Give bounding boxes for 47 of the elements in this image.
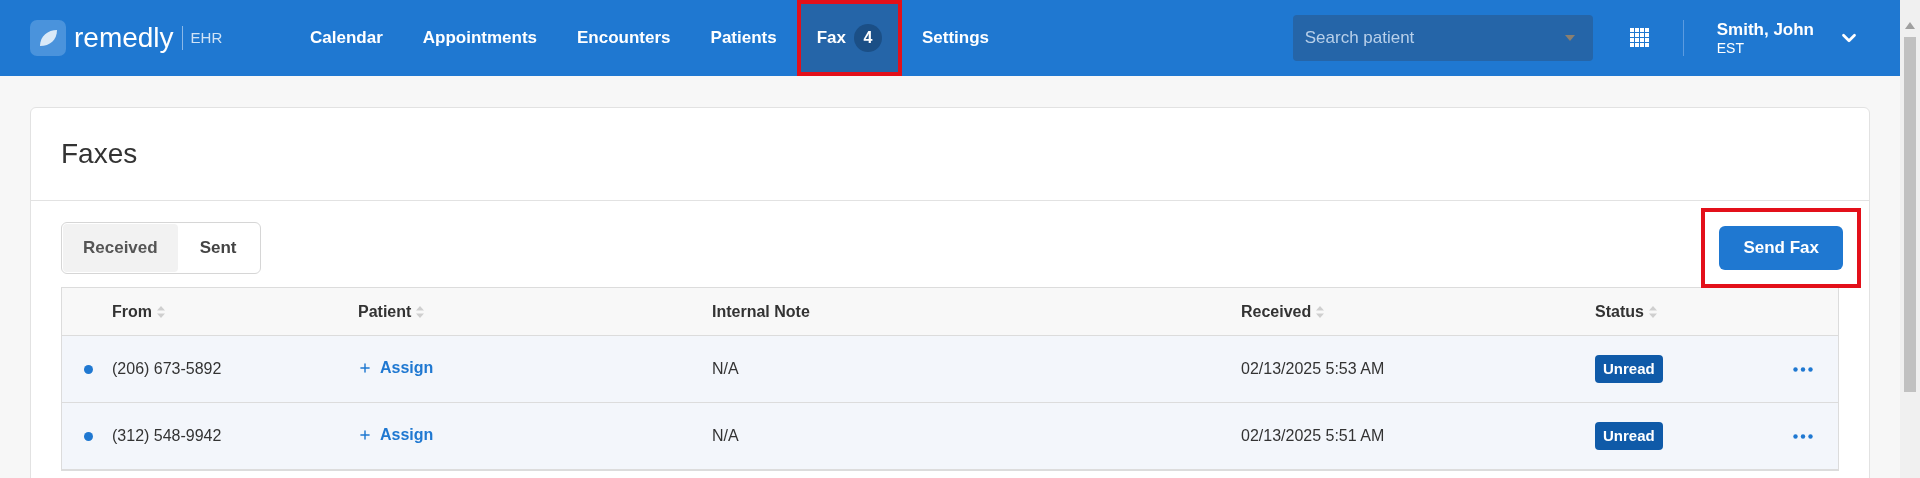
count-badge: 4 <box>854 24 882 52</box>
status-badge: Unread <box>1595 354 1663 384</box>
user-name[interactable]: Smith, John <box>1716 18 1814 40</box>
product-label: EHR <box>190 27 223 48</box>
nav-tab[interactable]: Fax 4 <box>796 0 902 76</box>
table-cell: 02/13/2025 5:53 AM <box>1241 360 1385 377</box>
sort-icon <box>1315 304 1326 319</box>
user-timezone: EST <box>1716 39 1745 58</box>
search-field[interactable]: Search patient <box>1292 15 1593 61</box>
filter-tab[interactable]: Received <box>63 224 178 272</box>
status-badge: Unread <box>1595 421 1663 451</box>
logo-text: remedly <box>74 24 174 52</box>
more-options-icon[interactable] <box>1793 433 1813 439</box>
nav-tab[interactable]: Patients <box>690 0 797 76</box>
column-header[interactable]: Status <box>1595 299 1658 324</box>
column-header[interactable]: Patient <box>358 299 426 324</box>
nav-tab[interactable]: Encounters <box>557 0 691 76</box>
sort-icon <box>156 304 166 319</box>
table-cell: 02/13/2025 5:51 AM <box>1241 427 1385 444</box>
table-row[interactable]: (312) 548-9942 Assign N/A 02/13/2025 5:51 AM Unread <box>62 403 1838 470</box>
sort-icon <box>1647 304 1658 319</box>
nav-tab[interactable]: Settings <box>902 0 1010 76</box>
table-row[interactable]: (206) 673-5892 Assign N/A 02/13/2025 5:53 AM Unread <box>62 336 1838 403</box>
plus-icon <box>358 428 372 442</box>
filter-tab[interactable]: Sent <box>177 224 259 272</box>
table-cell: N/A <box>712 427 739 444</box>
table-cell: N/A <box>712 360 739 377</box>
sort-icon <box>415 304 426 319</box>
page-title: Faxes <box>61 137 138 171</box>
nav-tab[interactable]: Appointments <box>402 0 558 76</box>
scrollbar[interactable] <box>1900 0 1920 478</box>
column-header[interactable]: Internal Note <box>712 299 810 324</box>
column-header[interactable]: From <box>112 299 166 324</box>
assign-link[interactable]: Assign <box>358 356 434 380</box>
dropdown-caret-icon <box>1564 35 1575 41</box>
table-cell: (206) 673-5892 <box>112 360 222 377</box>
more-options-icon[interactable] <box>1793 366 1813 372</box>
leaf-logo-icon <box>30 20 66 56</box>
scroll-up-arrow-icon[interactable] <box>1905 22 1915 29</box>
plus-icon <box>358 361 372 375</box>
send-fax-button[interactable]: Send Fax <box>1719 226 1843 270</box>
table-cell: (312) 548-9942 <box>112 427 222 444</box>
column-header[interactable]: Received <box>1241 299 1326 324</box>
assign-link[interactable]: Assign <box>358 423 434 447</box>
scrollbar-thumb[interactable] <box>1904 37 1916 392</box>
nav-tab[interactable]: Calendar <box>290 0 403 76</box>
apps-grid-icon[interactable] <box>1629 28 1650 48</box>
